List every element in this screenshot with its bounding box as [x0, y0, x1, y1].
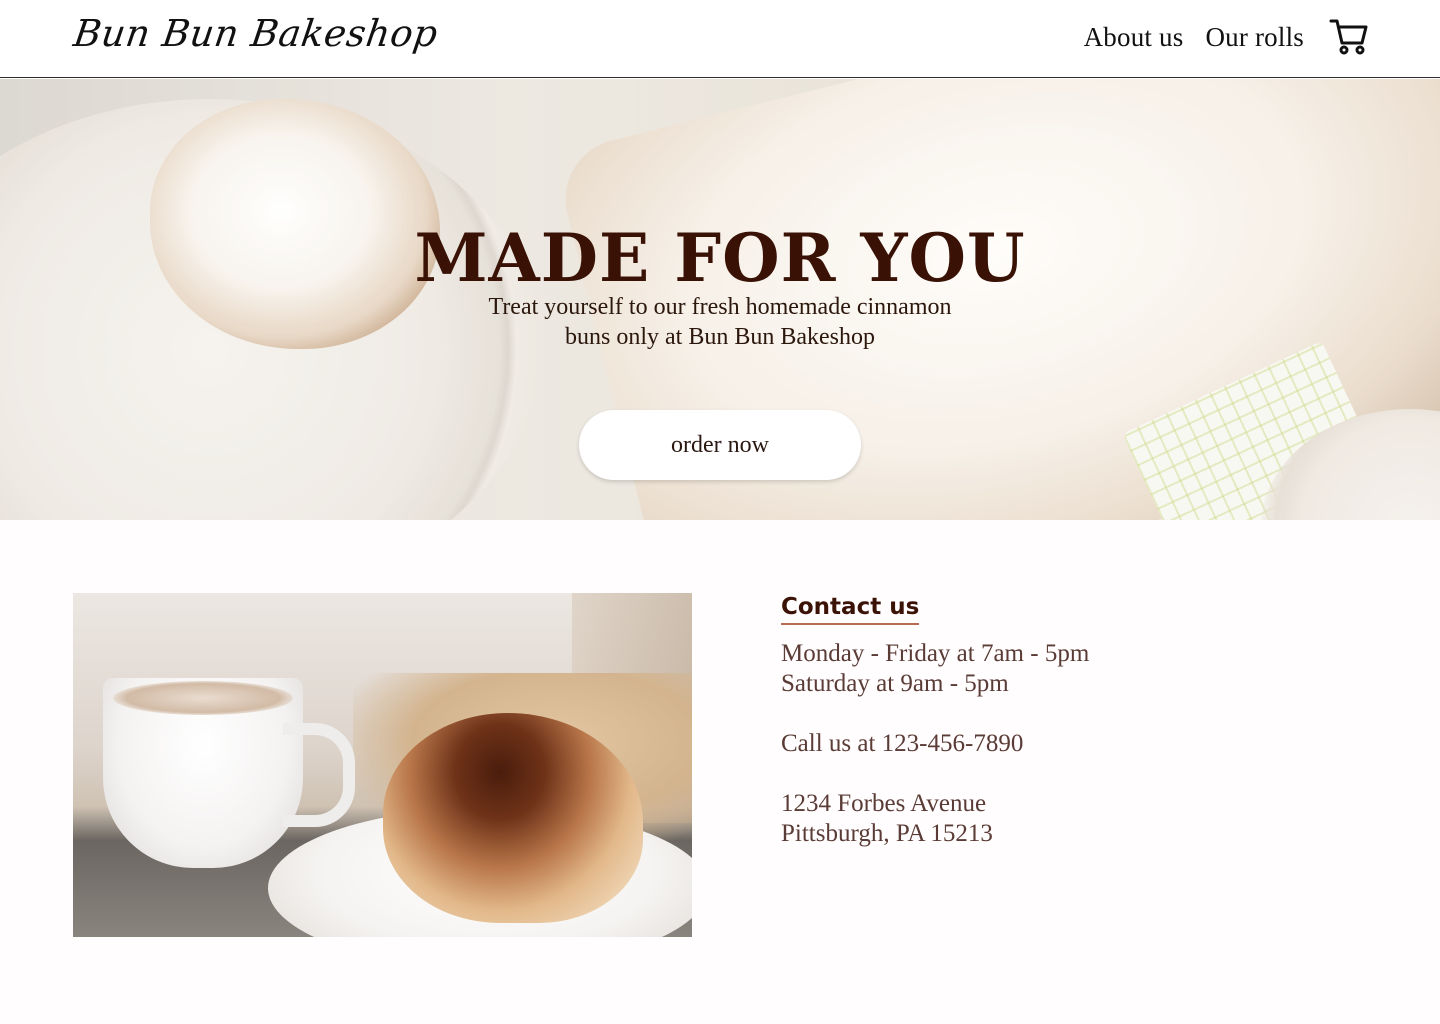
site-logo[interactable]: Bun Bun Bakeshop: [71, 12, 441, 55]
main-nav: About us Our rolls: [1084, 16, 1370, 58]
contact-phone: Call us at 123-456-7890: [781, 730, 1024, 757]
site-header: Bun Bun Bakeshop About us Our rolls: [0, 0, 1440, 78]
photo-cinnamon-bun: [383, 713, 643, 923]
order-now-button[interactable]: order now: [579, 410, 861, 480]
hero-subtitle: Treat yourself to our fresh homemade cin…: [420, 292, 1020, 352]
shopping-cart-icon[interactable]: [1328, 16, 1370, 58]
hero-subtitle-line: buns only at Bun Bun Bakeshop: [565, 324, 875, 350]
nav-about-us[interactable]: About us: [1084, 22, 1184, 53]
contact-heading[interactable]: Contact us: [781, 592, 920, 625]
hero-banner: MADE FOR YOU Treat yourself to our fresh…: [0, 79, 1440, 520]
contact-details: Monday - Friday at 7am - 5pm Saturday at…: [781, 639, 1381, 849]
address-line-1: 1234 Forbes Avenue: [781, 790, 987, 817]
hours-weekday: Monday - Friday at 7am - 5pm: [781, 640, 1090, 667]
hero-subtitle-line: Treat yourself to our fresh homemade cin…: [488, 294, 952, 320]
hero-title: MADE FOR YOU: [414, 219, 1026, 297]
hours-saturday: Saturday at 9am - 5pm: [781, 670, 1009, 697]
cinnamon-bun-coffee-photo: [73, 593, 692, 937]
address-line-2: Pittsburgh, PA 15213: [781, 820, 993, 847]
contact-section: Contact us Monday - Friday at 7am - 5pm …: [781, 592, 1381, 849]
nav-our-rolls[interactable]: Our rolls: [1205, 22, 1304, 53]
